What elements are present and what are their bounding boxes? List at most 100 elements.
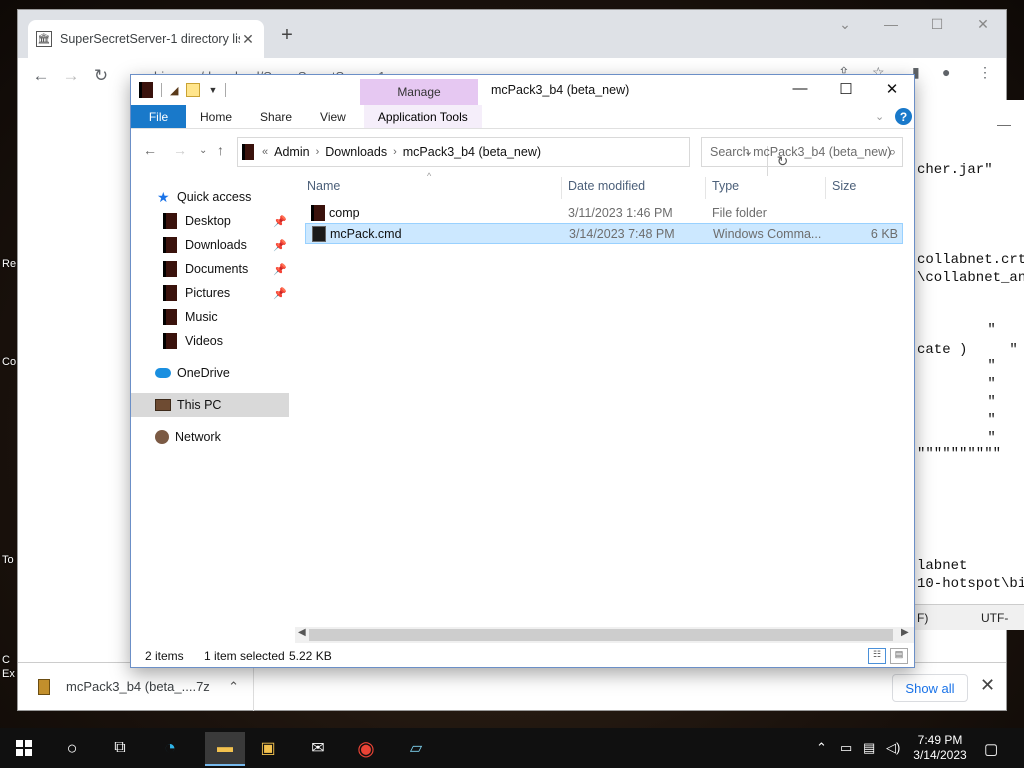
- details-view-icon[interactable]: ☷: [868, 648, 886, 664]
- download-item[interactable]: mcPack3_b4 (beta_....7z ⌃: [18, 662, 254, 711]
- tab-close-icon[interactable]: ✕: [240, 31, 256, 48]
- sidebar-item-documents[interactable]: Documents 📌: [131, 257, 289, 281]
- sidebar-item-onedrive[interactable]: OneDrive: [131, 361, 289, 385]
- editor-line: \collabnet_ana: [917, 270, 1024, 286]
- tab-home[interactable]: Home: [186, 105, 246, 128]
- column-divider[interactable]: [561, 177, 562, 199]
- show-hidden-icons-icon[interactable]: ⌃: [816, 740, 827, 756]
- pin-icon: 📌: [273, 215, 287, 228]
- sidebar-item-quick-access[interactable]: ★ Quick access: [131, 185, 289, 209]
- editor-status-bar: F) UTF-: [897, 604, 1024, 630]
- recent-locations-icon[interactable]: ⌄: [199, 145, 207, 156]
- sidebar-item-network[interactable]: Network: [131, 425, 289, 449]
- tab-share[interactable]: Share: [246, 105, 306, 128]
- file-type: File folder: [712, 206, 767, 220]
- horizontal-scrollbar[interactable]: ◀ ▶: [295, 627, 914, 643]
- music-folder-icon: [163, 309, 177, 325]
- pin-icon: 📌: [273, 263, 287, 276]
- sidebar-item-pictures[interactable]: Pictures 📌: [131, 281, 289, 305]
- breadcrumb-current[interactable]: mcPack3_b4 (beta_new): [403, 145, 541, 159]
- edge-browser-icon[interactable]: ◔: [156, 734, 184, 762]
- menu-dots-icon[interactable]: ⋮: [978, 64, 992, 81]
- scrollbar-thumb[interactable]: [309, 629, 893, 641]
- start-button[interactable]: [10, 734, 38, 762]
- close-button[interactable]: ✕: [869, 80, 915, 98]
- large-icons-view-icon[interactable]: ▤: [890, 648, 908, 664]
- properties-icon[interactable]: ◢: [170, 84, 178, 97]
- notifications-icon[interactable]: ▢: [984, 740, 998, 758]
- file-row-selected[interactable]: mcPack.cmd 3/14/2023 7:48 PM Windows Com…: [305, 223, 903, 244]
- editor-minimize-button[interactable]: —: [997, 116, 1011, 132]
- sidebar-item-desktop[interactable]: Desktop 📌: [131, 209, 289, 233]
- folder-app-icon: [139, 82, 153, 98]
- file-row[interactable]: comp 3/11/2023 1:46 PM File folder: [305, 203, 903, 224]
- breadcrumb-separator-icon[interactable]: ›: [316, 146, 320, 158]
- customize-toolbar-icon[interactable]: ▼: [208, 85, 217, 95]
- new-tab-button[interactable]: +: [276, 24, 298, 47]
- chrome-maximize-button[interactable]: ☐: [914, 16, 960, 33]
- notepad-icon[interactable]: ▱: [402, 734, 430, 762]
- file-name: mcPack.cmd: [330, 227, 402, 241]
- column-header-name[interactable]: Name: [307, 179, 340, 193]
- chevron-up-icon[interactable]: ⌃: [228, 679, 239, 695]
- column-divider[interactable]: [705, 177, 706, 199]
- column-header-size[interactable]: Size: [832, 179, 856, 193]
- sidebar-item-label: Pictures: [185, 286, 231, 300]
- back-arrow-icon[interactable]: ←: [143, 142, 157, 158]
- chrome-chevron-down-icon[interactable]: ⌄: [822, 16, 868, 33]
- up-arrow-icon[interactable]: ↑: [217, 142, 224, 158]
- tab-view[interactable]: View: [306, 105, 360, 128]
- manage-context-tab[interactable]: Manage: [360, 79, 478, 105]
- chrome-close-button[interactable]: ✕: [960, 16, 1006, 33]
- reload-icon[interactable]: ↻: [86, 66, 116, 86]
- network-tray-icon[interactable]: ▤: [863, 740, 875, 756]
- store-icon[interactable]: ▣: [254, 734, 282, 762]
- sidebar-item-music[interactable]: Music: [131, 305, 289, 329]
- clock[interactable]: 7:49 PM 3/14/2023: [912, 733, 968, 763]
- expand-ribbon-icon[interactable]: ⌄: [875, 110, 884, 123]
- volume-icon[interactable]: ◁): [886, 740, 900, 756]
- back-arrow-icon[interactable]: ←: [26, 66, 56, 86]
- file-explorer-taskbar-icon[interactable]: ▬: [205, 732, 245, 766]
- help-icon[interactable]: ?: [895, 108, 912, 125]
- search-input[interactable]: Search mcPack3_b4 (beta_new) ⌕: [701, 137, 903, 167]
- battery-icon[interactable]: ▭: [840, 740, 852, 756]
- breadcrumb-admin[interactable]: Admin: [274, 145, 309, 159]
- scroll-right-icon[interactable]: ▶: [901, 627, 909, 638]
- mail-icon[interactable]: ✉: [304, 734, 332, 762]
- status-bar: 2 items 1 item selected 5.22 KB ☷ ▤: [131, 645, 914, 667]
- sidebar-item-videos[interactable]: Videos: [131, 329, 289, 353]
- search-circle-icon[interactable]: ○: [58, 734, 86, 762]
- chrome-minimize-button[interactable]: —: [868, 16, 914, 32]
- tab-application-tools[interactable]: Application Tools: [363, 105, 482, 128]
- profile-avatar-icon[interactable]: ●: [942, 64, 950, 80]
- sidebar-item-label: Network: [175, 430, 221, 444]
- quick-access-toolbar: ◢ ▼: [139, 82, 227, 98]
- column-header-date[interactable]: Date modified: [568, 179, 645, 193]
- minimize-button[interactable]: —: [777, 80, 823, 97]
- maximize-button[interactable]: ☐: [823, 80, 869, 98]
- forward-arrow-icon[interactable]: →: [173, 142, 187, 158]
- breadcrumb-downloads[interactable]: Downloads: [325, 145, 387, 159]
- breadcrumb-separator-icon[interactable]: ›: [393, 146, 397, 158]
- ribbon-tabs: File Home Share View Application Tools ⌄…: [131, 105, 914, 129]
- column-divider[interactable]: [825, 177, 826, 199]
- videos-folder-icon: [163, 333, 177, 349]
- task-view-icon[interactable]: ⧉: [106, 734, 134, 762]
- column-header-type[interactable]: Type: [712, 179, 739, 193]
- sidebar-item-label: OneDrive: [177, 366, 230, 380]
- breadcrumb-overflow[interactable]: «: [262, 146, 268, 158]
- forward-arrow-icon[interactable]: →: [56, 66, 86, 86]
- show-all-button[interactable]: Show all: [892, 674, 968, 702]
- address-bar[interactable]: « Admin › Downloads › mcPack3_b4 (beta_n…: [237, 137, 788, 176]
- tab-file[interactable]: File: [131, 105, 186, 128]
- window-title: mcPack3_b4 (beta_new): [491, 83, 630, 97]
- chrome-taskbar-icon[interactable]: ◉: [352, 734, 380, 762]
- sidebar-item-downloads[interactable]: Downloads 📌: [131, 233, 289, 257]
- scroll-left-icon[interactable]: ◀: [298, 627, 306, 638]
- new-folder-icon[interactable]: [186, 83, 201, 97]
- sidebar-item-this-pc[interactable]: This PC: [131, 393, 289, 417]
- editor-line: """""""""": [917, 446, 1002, 462]
- shelf-close-icon[interactable]: ✕: [980, 675, 995, 696]
- chrome-tab[interactable]: 🏛 SuperSecretServer-1 directory lis ✕: [28, 20, 264, 58]
